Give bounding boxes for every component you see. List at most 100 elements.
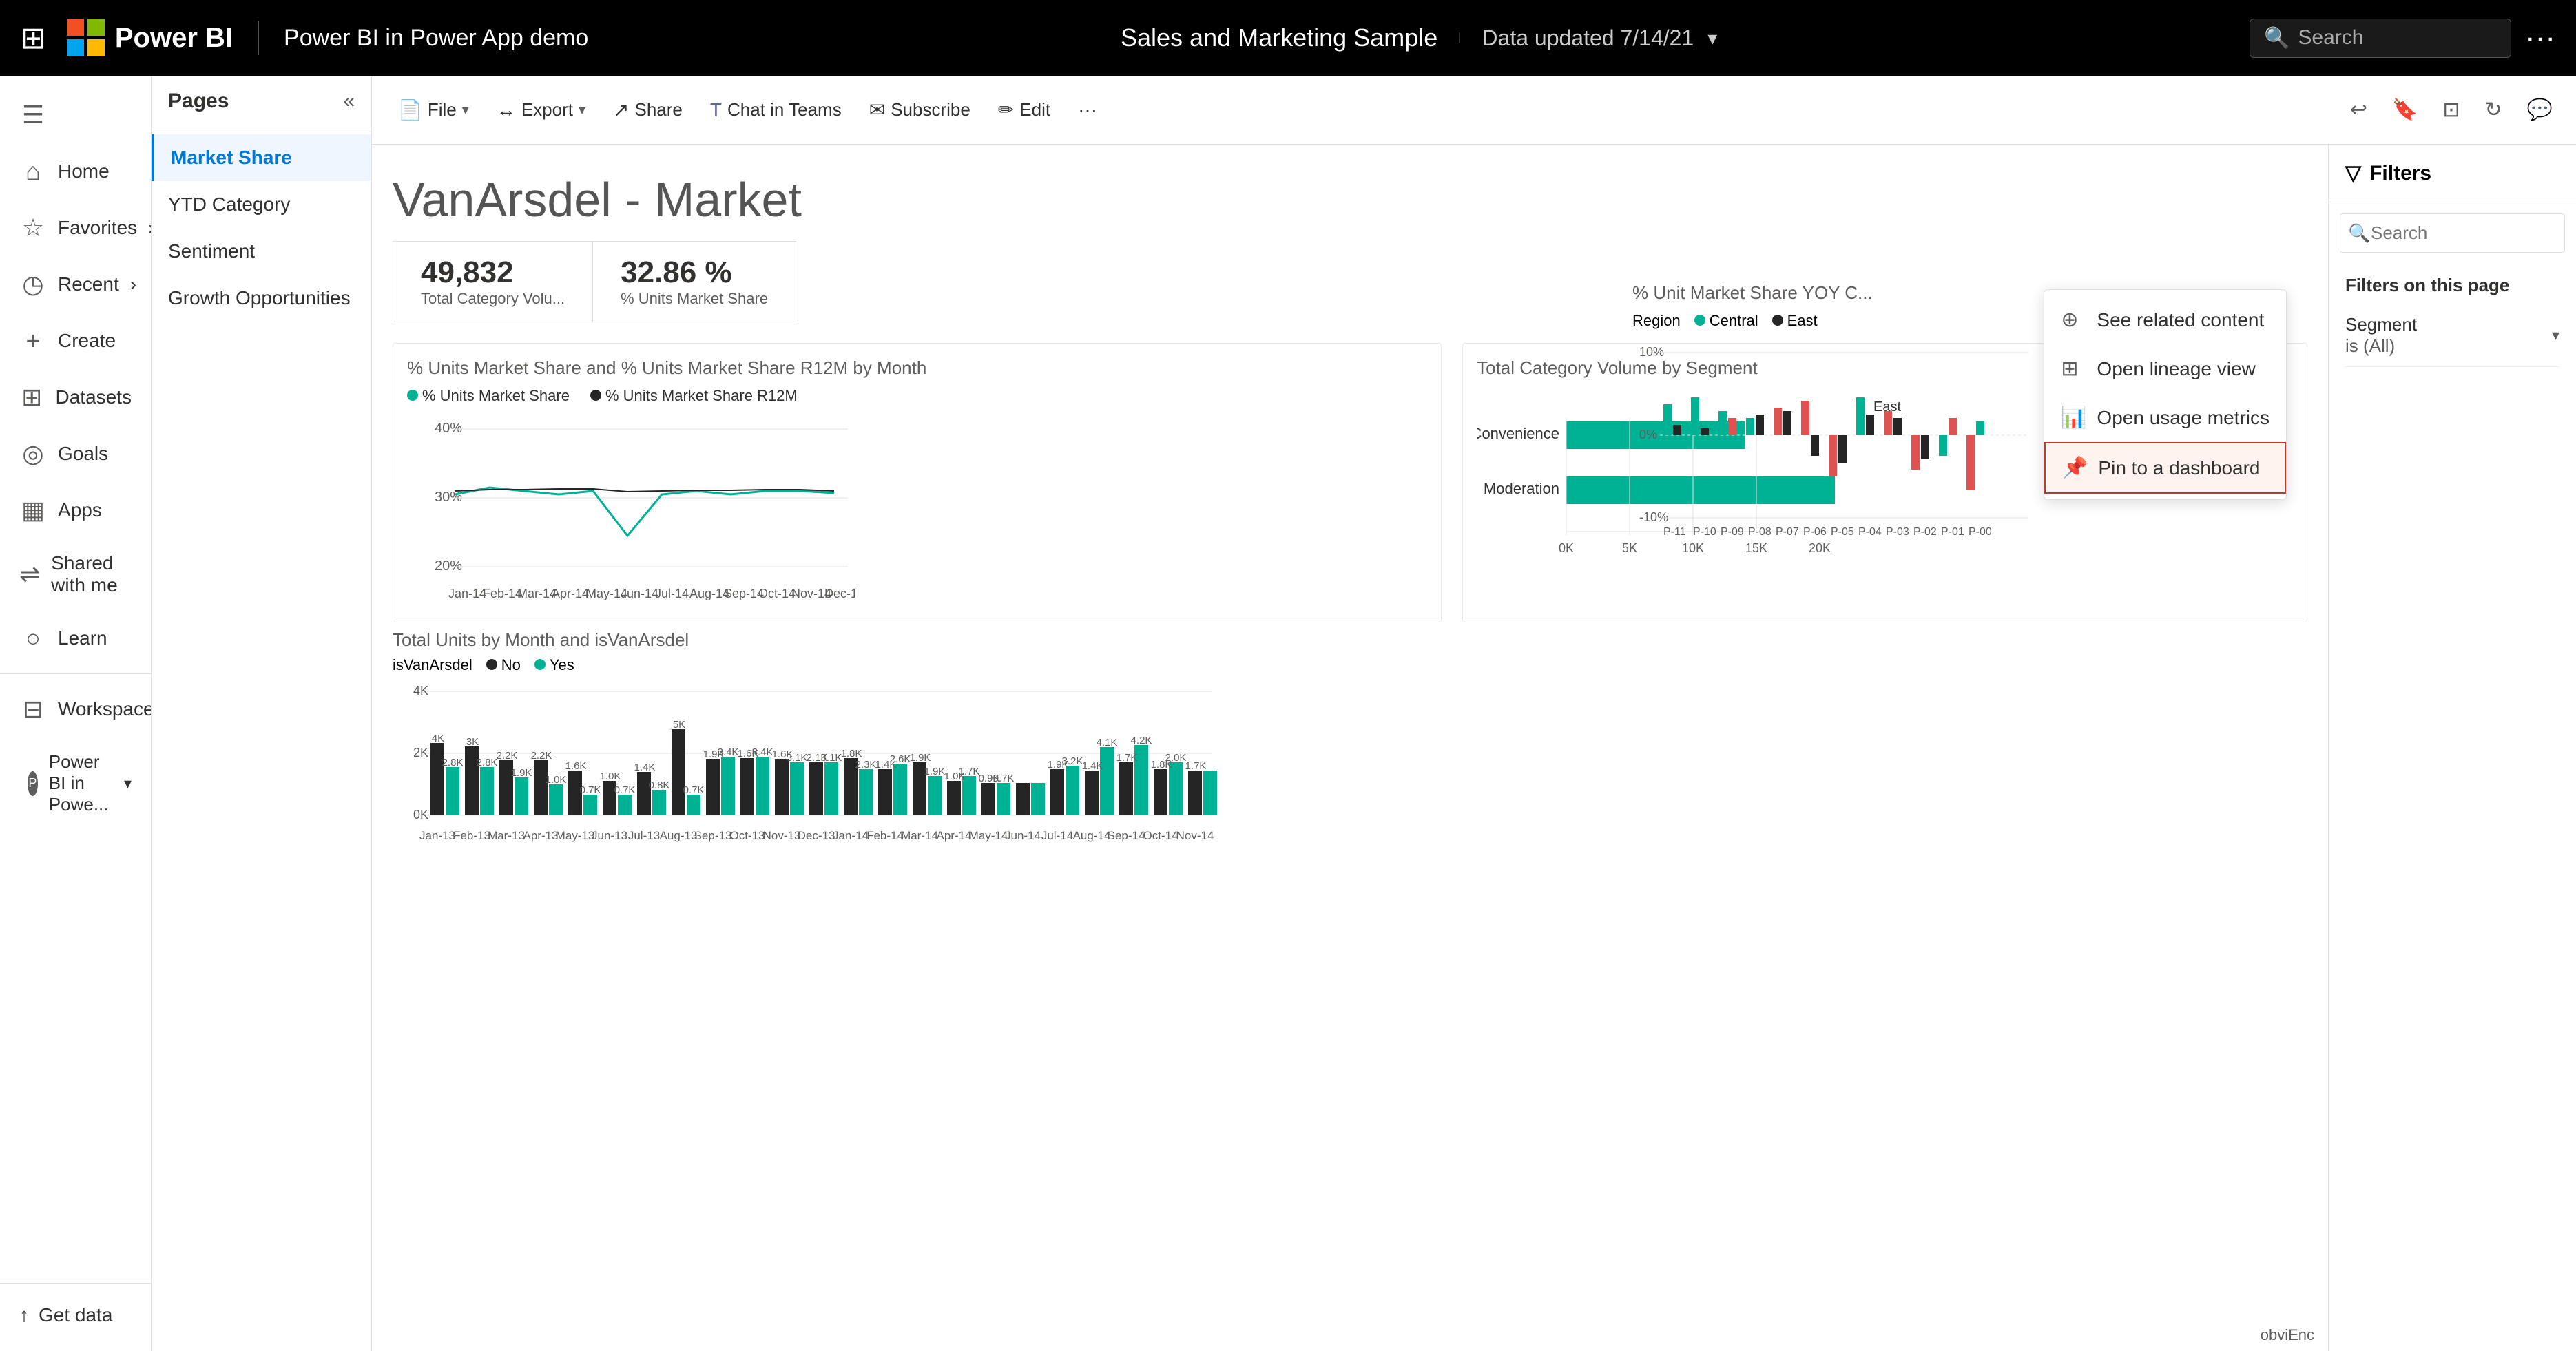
svg-text:0%: 0% <box>1639 428 1657 441</box>
svg-text:3.1K: 3.1K <box>787 752 808 764</box>
svg-text:2.6K: 2.6K <box>890 753 911 765</box>
sidebar-item-shared[interactable]: ⇌ Shared with me <box>0 538 151 610</box>
sidebar-item-create[interactable]: + Create <box>0 313 151 369</box>
share-button[interactable]: ↗ Share <box>601 92 695 128</box>
svg-text:Oct-14: Oct-14 <box>758 587 796 600</box>
view-button[interactable]: ⊡ <box>2433 91 2469 129</box>
filter-segment-chevron: ▾ <box>2552 326 2559 344</box>
waffle-icon[interactable]: ⊞ <box>21 21 46 56</box>
kpi-volume-label: Total Category Volu... <box>421 290 565 308</box>
svg-text:2.8K: 2.8K <box>442 757 464 768</box>
dropdown-item-lineage[interactable]: ⊞ Open lineage view <box>2044 344 2286 393</box>
kpi-volume-value: 49,832 <box>421 255 565 290</box>
page-item-sentiment[interactable]: Sentiment <box>152 228 371 275</box>
sidebar-item-goals[interactable]: ◎ Goals <box>0 426 151 482</box>
sidebar-item-home[interactable]: ⌂ Home <box>0 143 151 200</box>
svg-text:Aug-13: Aug-13 <box>660 829 698 842</box>
svg-text:3.2K: 3.2K <box>1062 755 1083 767</box>
svg-text:1.7K: 1.7K <box>1185 760 1207 772</box>
svg-text:P-06: P-06 <box>1803 526 1827 538</box>
topbar-ellipsis-button[interactable]: ··· <box>2525 21 2555 55</box>
svg-text:P-00: P-00 <box>1969 526 1992 538</box>
watermark: obviEnc <box>2261 1326 2314 1344</box>
export-icon: ↔ <box>497 99 516 121</box>
page-item-growth-opportunities[interactable]: Growth Opportunities <box>152 275 371 322</box>
edit-button[interactable]: ✏ Edit <box>986 92 1063 128</box>
edit-icon: ✏ <box>998 98 1014 121</box>
filters-search-input[interactable] <box>2340 213 2565 253</box>
filter-segment-value: is (All) <box>2345 335 2417 357</box>
favorites-icon: ☆ <box>19 213 47 242</box>
workspace-label: Power BI in Powe... <box>49 751 113 815</box>
kpi-row: 49,832 Total Category Volu... 32.86 % % … <box>393 241 796 322</box>
svg-text:1.4K: 1.4K <box>634 762 656 773</box>
get-data-button[interactable]: ↑ Get data <box>0 1290 151 1340</box>
bar-legend-yes: Yes <box>550 656 574 673</box>
dropdown-item-see-related[interactable]: ⊕ See related content <box>2044 295 2286 344</box>
sidebar-toggle[interactable]: ☰ <box>0 87 151 143</box>
bookmark-button[interactable]: 🔖 <box>2382 91 2427 129</box>
svg-text:P-09: P-09 <box>1721 526 1744 538</box>
sidebar-shared-label: Shared with me <box>51 552 132 596</box>
svg-text:P-04: P-04 <box>1858 526 1882 538</box>
line-chart-title: % Units Market Share and % Units Market … <box>407 357 1427 379</box>
svg-text:Oct-14: Oct-14 <box>1143 829 1178 842</box>
chat-teams-button[interactable]: T Chat in Teams <box>698 92 854 128</box>
sidebar-item-learn[interactable]: ○ Learn <box>0 610 151 667</box>
svg-text:Aug-14: Aug-14 <box>1073 829 1111 842</box>
svg-text:Sep-14: Sep-14 <box>1108 829 1145 842</box>
bottom-bar-title: Total Units by Month and isVanArsdel <box>393 629 2307 651</box>
svg-text:Jun-14: Jun-14 <box>621 587 658 600</box>
page-item-ytd-category[interactable]: YTD Category <box>152 181 371 228</box>
get-data-label: Get data <box>39 1304 112 1326</box>
svg-text:Feb-13: Feb-13 <box>453 829 490 842</box>
export-button[interactable]: ↔ Export ▾ <box>484 92 598 128</box>
svg-text:Jan-14: Jan-14 <box>448 587 486 600</box>
svg-text:Jan-13: Jan-13 <box>419 829 455 842</box>
dropdown-item-metrics[interactable]: 📊 Open usage metrics <box>2044 393 2286 442</box>
svg-text:P-08: P-08 <box>1748 526 1772 538</box>
report-name: Power BI in Power App demo <box>284 25 588 52</box>
pages-collapse-button[interactable]: « <box>343 90 355 113</box>
svg-text:Feb-14: Feb-14 <box>866 829 904 842</box>
svg-text:2K: 2K <box>413 746 428 760</box>
svg-text:Convenience: Convenience <box>1477 425 1559 442</box>
subscribe-button[interactable]: ✉ Subscribe <box>857 92 983 128</box>
svg-text:Apr-14: Apr-14 <box>936 829 971 842</box>
teams-icon: T <box>710 99 722 121</box>
shared-icon: ⇌ <box>19 560 40 589</box>
sidebar-learn-label: Learn <box>58 627 107 649</box>
dropdown-see-related-label: See related content <box>2097 309 2264 331</box>
dropdown-item-pin[interactable]: 📌 Pin to a dashboard <box>2044 442 2286 494</box>
sidebar-item-recent[interactable]: ◷ Recent › <box>0 256 151 313</box>
line-legend-2: % Units Market Share R12M <box>605 387 798 404</box>
dropdown-menu: ⊕ See related content ⊞ Open lineage vie… <box>2044 289 2287 500</box>
line-chart-legend: % Units Market Share % Units Market Shar… <box>407 387 1427 405</box>
sidebar-item-favorites[interactable]: ☆ Favorites › <box>0 200 151 256</box>
sidebar-item-workspaces[interactable]: ⊟ Workspaces › <box>0 681 151 737</box>
bottom-bar-legend: isVanArsdel No Yes <box>393 656 2307 674</box>
sidebar-item-apps[interactable]: ▦ Apps <box>0 482 151 538</box>
report-title: Sales and Marketing Sample <box>1121 23 1437 52</box>
sidebar-item-powerbi-workspace[interactable]: P Power BI in Powe... ▾ <box>0 737 151 829</box>
svg-text:P-03: P-03 <box>1886 526 1909 538</box>
undo-button[interactable]: ↩ <box>2340 91 2377 129</box>
filter-item-segment[interactable]: Segment is (All) ▾ <box>2345 304 2559 367</box>
topbar-search-box[interactable]: 🔍 Search <box>2250 19 2511 58</box>
filters-search: 🔍 <box>2340 213 2565 253</box>
file-button[interactable]: 📄 File ▾ <box>386 92 481 128</box>
pages-title: Pages <box>168 90 229 113</box>
comment-button[interactable]: 💬 <box>2517 91 2562 129</box>
yoy-chart: % Unit Market Share YOY C... Region Cent… <box>1632 282 2046 545</box>
bottom-bar-section: Total Units by Month and isVanArsdel isV… <box>393 629 2307 863</box>
refresh-button[interactable]: ↻ <box>2475 91 2512 129</box>
chevron-down-icon[interactable]: ▾ <box>1707 27 1717 50</box>
workspace-expand-icon: ▾ <box>124 775 132 793</box>
line-chart: % Units Market Share and % Units Market … <box>393 343 1442 622</box>
more-button[interactable]: ··· <box>1066 92 1110 128</box>
svg-text:Jul-14: Jul-14 <box>1041 829 1073 842</box>
sidebar-item-datasets[interactable]: ⊞ Datasets <box>0 369 151 426</box>
file-label: File <box>428 99 457 121</box>
page-item-market-share[interactable]: Market Share <box>152 134 371 181</box>
svg-text:1.9K: 1.9K <box>924 766 946 777</box>
